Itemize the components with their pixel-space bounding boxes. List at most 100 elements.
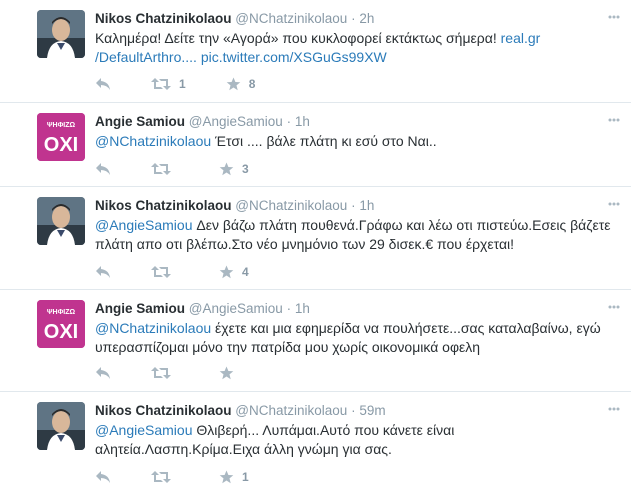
more-options-icon[interactable] <box>607 10 621 24</box>
separator-dot: · <box>351 11 356 26</box>
avatar[interactable]: ΨΗΦΙΖΩ ΟΧΙ <box>37 300 85 348</box>
reply-icon <box>96 266 110 278</box>
tweet-link[interactable]: /DefaultArthro.... <box>95 49 197 65</box>
favorite-star-icon <box>219 366 234 380</box>
more-options-icon[interactable] <box>607 113 621 127</box>
tweet-actions: 1 8 <box>95 74 295 94</box>
retweet-icon <box>151 266 171 278</box>
timestamp[interactable]: 59m <box>359 403 385 418</box>
tweet-item[interactable]: ΨΗΦΙΖΩ ΟΧΙ Angie Samiou @AngieSamiou · 1… <box>0 290 631 392</box>
tweet-text: @NChatzinikolaou Έτσι .... βάλε πλάτη κι… <box>95 132 619 151</box>
tweet-item[interactable]: ΨΗΦΙΖΩ ΟΧΙ Angie Samiou @AngieSamiou · 1… <box>0 103 631 187</box>
timestamp[interactable]: 1h <box>295 301 310 316</box>
favorite-button[interactable]: 8 <box>226 77 256 91</box>
reply-icon <box>96 367 110 379</box>
reply-button[interactable] <box>95 470 111 484</box>
favorite-star-icon <box>219 265 234 279</box>
tweet-mention[interactable]: @AngieSamiou <box>95 422 193 438</box>
tweet-item[interactable]: Nikos Chatzinikolaou @NChatzinikolaou · … <box>0 187 631 290</box>
retweet-count: 1 <box>179 77 186 91</box>
tweet-text: @AngieSamiou Θλιβερή... Λυπάμαι.Αυτό που… <box>95 421 619 459</box>
avatar-photo <box>37 10 85 58</box>
timestamp[interactable]: 2h <box>359 11 374 26</box>
separator-dot: · <box>286 301 292 316</box>
more-options-icon[interactable] <box>607 197 621 211</box>
avatar-top-text: ΨΗΦΙΖΩ <box>47 122 76 129</box>
avatar[interactable] <box>37 402 85 450</box>
fullname[interactable]: Nikos Chatzinikolaou <box>95 11 232 26</box>
tweet-header: Angie Samiou @AngieSamiou · 1h <box>95 113 619 131</box>
retweet-button[interactable] <box>151 470 179 484</box>
tweet-actions: 1 <box>95 467 289 487</box>
reply-icon <box>96 78 110 90</box>
tweet-actions: 3 <box>95 159 289 179</box>
favorite-button[interactable]: 1 <box>219 470 249 484</box>
tweet-text-plain: Καλημέρα! Δείτε την «Αγορά» που κυκλοφορ… <box>95 30 501 46</box>
reply-icon <box>96 163 110 175</box>
retweet-icon <box>151 471 171 483</box>
more-options-icon[interactable] <box>607 300 621 314</box>
avatar-photo <box>37 197 85 245</box>
retweet-button[interactable] <box>151 366 179 380</box>
avatar-top-text: ΨΗΦΙΖΩ <box>47 309 76 316</box>
reply-button[interactable] <box>95 265 111 279</box>
retweet-button[interactable] <box>151 265 179 279</box>
separator-dot: · <box>351 403 356 418</box>
favorite-button[interactable]: 4 <box>219 265 249 279</box>
separator-dot: · <box>351 198 356 213</box>
tweet-header: Nikos Chatzinikolaou @NChatzinikolaou · … <box>95 10 619 28</box>
timestamp[interactable]: 1h <box>359 198 374 213</box>
favorite-count: 1 <box>242 470 249 484</box>
favorite-button[interactable] <box>219 366 242 380</box>
favorite-count: 8 <box>248 77 256 91</box>
favorite-star-icon <box>226 77 240 91</box>
avatar[interactable]: ΨΗΦΙΖΩ ΟΧΙ <box>37 113 85 161</box>
fullname[interactable]: Nikos Chatzinikolaou <box>95 403 232 418</box>
tweet-text-plain: Έτσι .... βάλε πλάτη κι εσύ στο Ναι.. <box>211 133 437 149</box>
avatar[interactable] <box>37 197 85 245</box>
reply-button[interactable] <box>95 366 111 380</box>
reply-button[interactable] <box>95 162 111 176</box>
screen-name[interactable]: @AngieSamiou <box>189 301 283 316</box>
avatar-photo <box>37 402 85 450</box>
tweet-text: Καλημέρα! Δείτε την «Αγορά» που κυκλοφορ… <box>95 29 619 67</box>
retweet-icon <box>151 78 171 90</box>
timestamp[interactable]: 1h <box>295 114 310 129</box>
favorite-count: 3 <box>242 162 249 176</box>
avatar[interactable] <box>37 10 85 58</box>
retweet-button[interactable] <box>151 162 179 176</box>
avatar-main-text: ΟΧΙ <box>44 134 78 156</box>
favorite-count: 4 <box>242 265 249 279</box>
tweet-text: @AngieSamiou Δεν βάζω πλάτη πουθενά.Γράφ… <box>95 216 619 254</box>
tweet-mention[interactable]: @NChatzinikolaou <box>95 320 211 336</box>
tweet-media-link[interactable]: pic.twitter.com/XSGuGs99XW <box>201 49 387 65</box>
screen-name[interactable]: @NChatzinikolaou <box>235 403 347 418</box>
reply-icon <box>96 471 110 483</box>
tweet-header: Nikos Chatzinikolaou @NChatzinikolaou · … <box>95 197 619 215</box>
fullname[interactable]: Nikos Chatzinikolaou <box>95 198 232 213</box>
tweet-actions <box>95 363 282 383</box>
tweet-item[interactable]: Nikos Chatzinikolaou @NChatzinikolaou · … <box>0 392 631 494</box>
avatar-main-text: ΟΧΙ <box>44 321 78 343</box>
avatar-oxi-badge: ΨΗΦΙΖΩ ΟΧΙ <box>37 300 85 348</box>
tweet-item[interactable]: Nikos Chatzinikolaou @NChatzinikolaou · … <box>0 0 631 103</box>
fullname[interactable]: Angie Samiou <box>95 114 185 129</box>
timeline: Nikos Chatzinikolaou @NChatzinikolaou · … <box>0 0 631 494</box>
fullname[interactable]: Angie Samiou <box>95 301 185 316</box>
retweet-icon <box>151 163 171 175</box>
tweet-actions: 4 <box>95 262 289 282</box>
avatar-oxi-badge: ΨΗΦΙΖΩ ΟΧΙ <box>37 113 85 161</box>
screen-name[interactable]: @NChatzinikolaou <box>235 11 347 26</box>
separator-dot: · <box>286 114 292 129</box>
screen-name[interactable]: @NChatzinikolaou <box>235 198 347 213</box>
favorite-star-icon <box>219 470 234 484</box>
tweet-mention[interactable]: @AngieSamiou <box>95 217 193 233</box>
tweet-link[interactable]: real.gr <box>501 30 541 46</box>
tweet-mention[interactable]: @NChatzinikolaou <box>95 133 211 149</box>
retweet-icon <box>151 367 171 379</box>
favorite-button[interactable]: 3 <box>219 162 249 176</box>
reply-button[interactable] <box>95 77 111 91</box>
more-options-icon[interactable] <box>607 402 621 416</box>
retweet-button[interactable]: 1 <box>151 77 186 91</box>
screen-name[interactable]: @AngieSamiou <box>189 114 283 129</box>
